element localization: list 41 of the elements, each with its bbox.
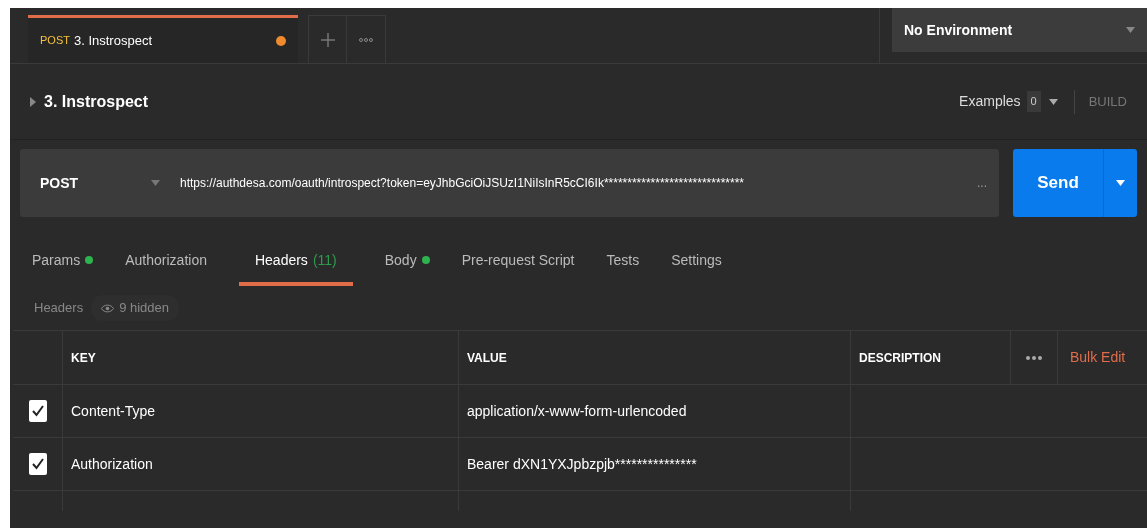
section-tab[interactable]: Settings — [671, 238, 722, 286]
caret-icon — [151, 180, 160, 186]
table-cell-text: Content-Type — [71, 401, 156, 421]
bulk-edit-link[interactable]: Bulk Edit — [1070, 347, 1126, 368]
caret-icon — [1116, 180, 1125, 186]
examples-count: 0 — [1026, 91, 1041, 112]
column-header: VALUE — [467, 349, 507, 367]
send-button[interactable]: Send — [1013, 149, 1137, 217]
section-tab[interactable]: Headers (11) — [238, 238, 353, 286]
tab-title: 3. Instrospect — [73, 31, 153, 50]
hidden-headers-toggle[interactable]: 9 hidden — [91, 295, 180, 321]
column-header: KEY — [71, 349, 96, 367]
url-overflow: ... — [976, 175, 988, 192]
method-label: POST — [40, 33, 70, 49]
table-cell-text: application/x-www-form-urlencoded — [467, 401, 687, 421]
more-icon[interactable] — [1026, 355, 1042, 360]
check-icon — [31, 458, 44, 470]
caret-icon — [1048, 98, 1058, 105]
section-tab[interactable]: Pre-request Script — [461, 238, 575, 286]
eye-icon — [101, 303, 115, 313]
examples-label[interactable]: Examples — [959, 91, 1021, 112]
column-header: DESCRIPTION — [859, 349, 941, 367]
plus-icon — [319, 31, 336, 48]
section-tab[interactable]: Tests — [606, 238, 640, 286]
row-checkbox[interactable] — [28, 400, 47, 422]
section-tab[interactable]: Authorization — [125, 238, 207, 286]
more-icon — [359, 37, 373, 42]
request-name: 3. Instrospect — [44, 91, 149, 112]
request-tab[interactable]: POST 3. Instrospect — [28, 15, 298, 63]
row-checkbox[interactable] — [28, 453, 47, 475]
check-icon — [31, 405, 44, 417]
table-cell-text: Authorization — [71, 454, 153, 474]
section-tab[interactable]: Body — [384, 238, 430, 286]
caret-icon — [1126, 27, 1135, 33]
section-tab[interactable]: Params — [32, 238, 94, 286]
headers-label: Headers — [34, 299, 84, 318]
table-cell-text: Bearer dXN1YXJpbzpjb*************** — [467, 454, 697, 474]
environment-dropdown[interactable]: No Environment — [892, 8, 1147, 52]
expand-caret-icon[interactable] — [30, 96, 36, 107]
method-dropdown[interactable]: POST — [20, 172, 180, 194]
url-field[interactable]: https://authdesa.com/oauth/introspect?token=eyJhbGciOiJSUzI1NiIsInR5cCI6Ik****************************** — [180, 174, 965, 192]
